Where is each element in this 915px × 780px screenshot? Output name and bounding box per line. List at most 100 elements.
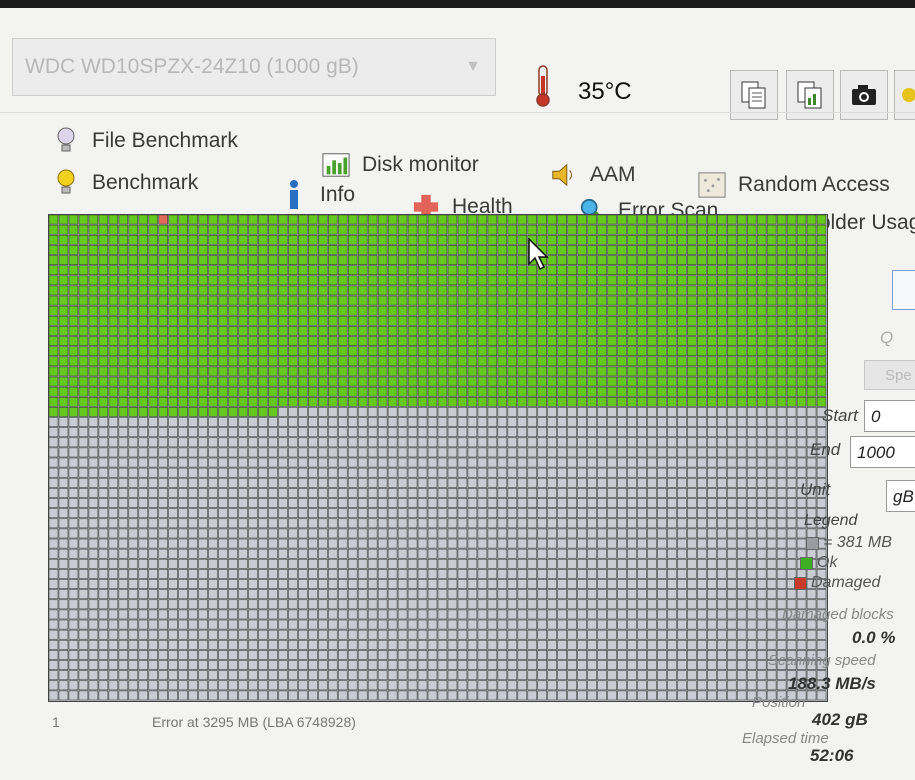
block-ok bbox=[667, 224, 677, 235]
start-input[interactable]: 0 bbox=[864, 400, 915, 432]
block-ok bbox=[687, 224, 697, 235]
block-pending bbox=[786, 427, 797, 438]
block-ok bbox=[278, 326, 288, 336]
block-pending bbox=[308, 599, 318, 610]
unit-select[interactable]: gB bbox=[886, 480, 915, 512]
tab-file-benchmark[interactable]: File Benchmark bbox=[52, 126, 238, 156]
block-pending bbox=[507, 579, 518, 589]
block-pending bbox=[427, 569, 438, 579]
block-pending bbox=[487, 670, 498, 681]
start-scan-button[interactable] bbox=[892, 270, 915, 310]
block-pending bbox=[437, 407, 448, 417]
drive-select[interactable]: WDC WD10SPZX-24Z10 (1000 gB) ▼ bbox=[12, 38, 496, 96]
block-pending bbox=[188, 680, 198, 691]
block-ok bbox=[427, 326, 438, 336]
block-pending bbox=[188, 650, 198, 660]
block-pending bbox=[447, 558, 458, 569]
block-ok bbox=[178, 215, 188, 225]
quick-scan-checkbox-label[interactable]: Q bbox=[880, 328, 893, 348]
block-pending bbox=[467, 427, 478, 438]
block-ok bbox=[168, 326, 178, 336]
block-ok bbox=[58, 234, 69, 245]
block-ok bbox=[457, 315, 468, 326]
block-ok bbox=[138, 224, 149, 235]
block-pending bbox=[597, 619, 607, 630]
tab-benchmark[interactable]: Benchmark bbox=[52, 168, 198, 198]
block-ok bbox=[667, 295, 677, 306]
block-ok bbox=[497, 336, 508, 346]
block-ok bbox=[766, 346, 777, 357]
block-pending bbox=[98, 498, 109, 508]
block-ok bbox=[248, 346, 258, 357]
block-pending bbox=[98, 660, 109, 670]
block-pending bbox=[447, 427, 458, 438]
block-pending bbox=[108, 437, 119, 448]
block-ok bbox=[268, 407, 278, 417]
block-pending bbox=[337, 589, 348, 600]
tab-disk-monitor[interactable]: Disk monitor bbox=[322, 150, 479, 180]
block-pending bbox=[108, 639, 119, 650]
end-input[interactable]: 1000 bbox=[850, 436, 915, 468]
block-ok bbox=[597, 295, 607, 306]
block-pending bbox=[298, 467, 308, 478]
block-pending bbox=[437, 650, 448, 660]
block-ok bbox=[617, 376, 627, 387]
block-ok bbox=[367, 285, 378, 296]
block-ok bbox=[278, 396, 288, 407]
block-ok bbox=[397, 245, 408, 255]
block-ok bbox=[796, 224, 807, 235]
block-pending bbox=[258, 650, 268, 660]
block-pending bbox=[447, 589, 458, 600]
block-ok bbox=[308, 356, 318, 367]
block-pending bbox=[517, 538, 528, 549]
block-pending bbox=[377, 690, 388, 701]
block-pending bbox=[567, 619, 577, 630]
chevron-down-icon[interactable]: ▼ bbox=[465, 39, 481, 95]
block-ok bbox=[258, 215, 268, 225]
block-pending bbox=[417, 660, 428, 670]
speed-button[interactable]: Spe bbox=[864, 360, 915, 390]
block-ok bbox=[796, 315, 807, 326]
block-pending bbox=[557, 609, 567, 620]
block-ok bbox=[357, 295, 368, 306]
block-pending bbox=[188, 427, 198, 438]
block-pending bbox=[657, 427, 667, 438]
block-ok bbox=[766, 255, 777, 265]
block-pending bbox=[527, 579, 538, 589]
block-ok bbox=[437, 386, 448, 397]
block-pending bbox=[238, 508, 248, 519]
block-pending bbox=[68, 477, 79, 488]
block-ok bbox=[687, 285, 697, 296]
block-ok bbox=[707, 366, 717, 377]
block-pending bbox=[367, 528, 378, 539]
block-ok bbox=[128, 326, 139, 336]
block-ok bbox=[318, 356, 328, 367]
block-pending bbox=[427, 639, 438, 650]
block-ok bbox=[816, 336, 827, 346]
tab-aam[interactable]: AAM bbox=[550, 160, 636, 190]
block-pending bbox=[736, 407, 747, 417]
block-pending bbox=[756, 498, 767, 508]
block-ok bbox=[806, 336, 817, 346]
tab-random-access[interactable]: Random Access bbox=[698, 170, 890, 200]
block-ok bbox=[407, 336, 418, 346]
block-pending bbox=[88, 417, 99, 427]
block-ok bbox=[437, 224, 448, 235]
block-ok bbox=[78, 326, 89, 336]
block-pending bbox=[637, 619, 647, 630]
block-pending bbox=[467, 629, 478, 640]
block-pending bbox=[477, 609, 488, 620]
block-pending bbox=[347, 680, 358, 691]
block-pending bbox=[327, 548, 338, 559]
block-pending bbox=[627, 639, 637, 650]
tab-info[interactable]: Info bbox=[280, 180, 355, 210]
block-pending bbox=[487, 599, 498, 610]
block-ok bbox=[716, 215, 727, 225]
block-pending bbox=[756, 619, 767, 630]
block-pending bbox=[367, 498, 378, 508]
block-pending bbox=[357, 690, 368, 701]
block-pending bbox=[318, 569, 328, 579]
block-pending bbox=[228, 427, 238, 438]
block-pending bbox=[567, 488, 577, 498]
block-ok bbox=[158, 275, 168, 286]
